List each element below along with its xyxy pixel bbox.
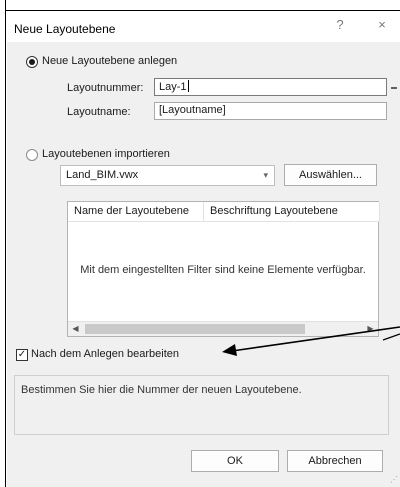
annotation-overlay (222, 87, 400, 356)
annotation-arrow-checkbox (222, 326, 400, 356)
annotation-line-list (382, 333, 400, 341)
